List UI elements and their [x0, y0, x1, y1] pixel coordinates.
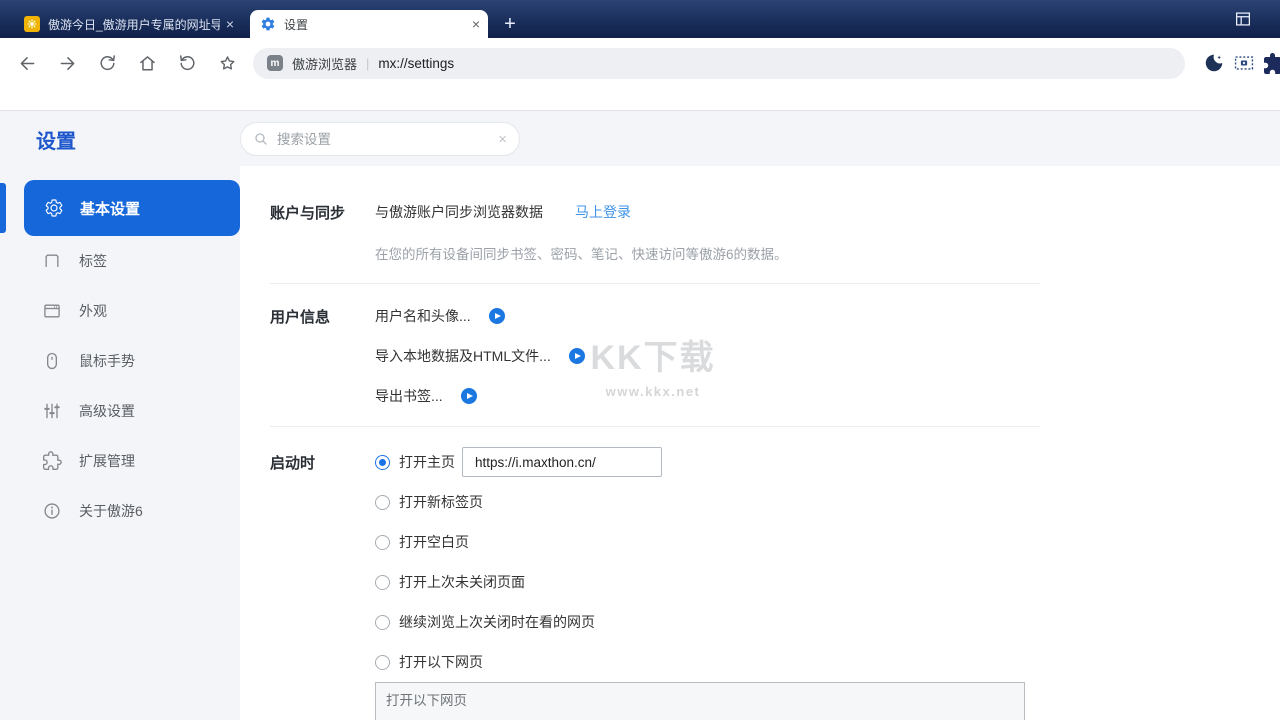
radio-icon[interactable] — [375, 614, 390, 630]
radio-icon[interactable] — [375, 494, 390, 510]
user-avatar-row: 用户名和头像... — [375, 306, 1280, 326]
sync-description: 与傲游账户同步浏览器数据 — [375, 204, 543, 220]
startup-option-continue-browsing[interactable]: 继续浏览上次关闭时在看的网页 — [375, 602, 1280, 642]
forward-button[interactable] — [47, 48, 87, 78]
startup-urls-textarea[interactable] — [375, 682, 1025, 720]
radio-label: 继续浏览上次关闭时在看的网页 — [399, 614, 595, 630]
address-separator: | — [366, 55, 370, 71]
startup-option-blank-page[interactable]: 打开空白页 — [375, 522, 1280, 562]
sidebar-item-label: 基本设置 — [80, 200, 141, 218]
section-title: 账户与同步 — [270, 205, 346, 222]
startup-option-new-tab[interactable]: 打开新标签页 — [375, 482, 1280, 522]
section-startup: 启动时 打开主页 打开新标签页 打开空白页 打开上次未关闭页面 继续浏览上次 — [270, 442, 1280, 720]
window-layout-icon[interactable] — [1233, 9, 1253, 29]
gear-icon — [44, 198, 64, 218]
sidebar-item-label: 高级设置 — [79, 403, 135, 419]
row-label: 导出书签... — [375, 388, 443, 404]
screenshot-icon[interactable] — [1233, 52, 1255, 74]
row-label: 用户名和头像... — [375, 308, 471, 324]
search-clear-icon[interactable]: × — [498, 132, 507, 147]
undo-button[interactable] — [167, 48, 207, 78]
favorite-star-button[interactable] — [207, 48, 247, 78]
radio-icon[interactable] — [375, 574, 390, 590]
settings-gear-favicon-icon — [260, 16, 276, 32]
tab-close-icon[interactable]: × — [472, 17, 480, 31]
homepage-url-input[interactable] — [462, 447, 662, 477]
import-data-row: 导入本地数据及HTML文件... — [375, 346, 1280, 366]
radio-label: 打开上次未关闭页面 — [399, 574, 525, 590]
startup-option-open-urls[interactable]: 打开以下网页 — [375, 642, 1280, 682]
radio-label: 打开空白页 — [399, 534, 469, 550]
startup-option-last-unclosed[interactable]: 打开上次未关闭页面 — [375, 562, 1280, 602]
sidebar-item-label: 鼠标手势 — [79, 353, 135, 369]
tab-close-icon[interactable]: × — [226, 17, 234, 31]
address-site-name: 傲游浏览器 — [292, 56, 358, 72]
radio-label: 打开新标签页 — [399, 494, 483, 510]
reload-button[interactable] — [87, 48, 127, 78]
tab-title: 设置 — [284, 17, 309, 32]
new-tab-button[interactable]: + — [496, 10, 524, 38]
tab-title: 傲游今日_傲游用户专属的网址导航 — [48, 17, 220, 32]
section-title: 用户信息 — [270, 309, 331, 326]
sidebar-item-mouse-gestures[interactable]: 鼠标手势 — [0, 336, 240, 386]
night-mode-icon[interactable] — [1203, 52, 1225, 74]
appearance-window-icon — [42, 301, 62, 321]
divider — [270, 283, 1040, 284]
settings-header: 设置 × — [0, 111, 1280, 166]
radio-label: 打开主页 — [399, 454, 455, 470]
selected-accent-bar — [0, 183, 6, 233]
back-button[interactable] — [7, 48, 47, 78]
sidebar-item-extensions[interactable]: 扩展管理 — [0, 436, 240, 486]
row-label: 导入本地数据及HTML文件... — [375, 348, 551, 364]
settings-search[interactable]: × — [240, 122, 520, 156]
home-button[interactable] — [127, 48, 167, 78]
settings-sidebar: 基本设置 标签 外观 鼠标手势 高级设置 扩展管理 关于傲游6 — [0, 166, 240, 720]
section-title: 启动时 — [270, 455, 316, 472]
address-bar[interactable]: m 傲游浏览器 | mx://settings — [253, 47, 1185, 79]
expand-play-icon[interactable] — [488, 308, 505, 324]
extensions-puzzle-icon[interactable] — [1262, 52, 1280, 74]
toolbar: m 傲游浏览器 | mx://settings — [0, 38, 1280, 111]
settings-content: 账户与同步 与傲游账户同步浏览器数据 马上登录 在您的所有设备间同步书签、密码、… — [240, 166, 1280, 720]
sidebar-item-label: 外观 — [79, 303, 107, 319]
sidebar-item-appearance[interactable]: 外观 — [0, 286, 240, 336]
titlebar: 傲游今日_傲游用户专属的网址导航 × 设置 × + — [0, 0, 1280, 38]
sidebar-item-label: 扩展管理 — [79, 453, 135, 469]
expand-play-icon[interactable] — [460, 388, 477, 404]
sidebar-item-about[interactable]: 关于傲游6 — [0, 486, 240, 536]
sidebar-item-tabs[interactable]: 标签 — [0, 236, 240, 286]
section-account-sync: 账户与同步 与傲游账户同步浏览器数据 马上登录 在您的所有设备间同步书签、密码、… — [270, 202, 1280, 262]
sidebar-item-label: 标签 — [79, 253, 107, 269]
radio-icon[interactable] — [375, 654, 390, 670]
sync-detail-text: 在您的所有设备间同步书签、密码、笔记、快速访问等傲游6的数据。 — [375, 247, 788, 262]
radio-label: 打开以下网页 — [399, 654, 483, 670]
tab-settings[interactable]: 设置 × — [250, 10, 488, 38]
tab-page-icon — [42, 251, 62, 271]
expand-play-icon[interactable] — [568, 348, 585, 364]
maxthon-site-icon: m — [267, 55, 283, 71]
address-url: mx://settings — [378, 55, 455, 71]
mouse-icon — [42, 351, 62, 371]
puzzle-icon — [42, 451, 62, 471]
maxthon-today-favicon-icon — [24, 16, 40, 32]
search-icon — [253, 131, 269, 147]
sidebar-item-basic-settings[interactable]: 基本设置 — [24, 180, 240, 236]
search-input[interactable] — [277, 131, 499, 147]
tab-maxthon-today[interactable]: 傲游今日_傲游用户专属的网址导航 × — [14, 10, 242, 38]
startup-option-homepage[interactable]: 打开主页 — [375, 442, 1280, 482]
export-bookmarks-row: 导出书签... — [375, 386, 1280, 406]
info-icon — [42, 501, 62, 521]
radio-icon[interactable] — [375, 454, 390, 470]
section-user-info: 用户信息 用户名和头像... 导入本地数据及HTML文件... 导出书签... — [270, 306, 1280, 426]
sidebar-item-advanced-settings[interactable]: 高级设置 — [0, 386, 240, 436]
page-title: 设置 — [36, 131, 76, 153]
sliders-icon — [42, 401, 62, 421]
login-now-link[interactable]: 马上登录 — [575, 202, 631, 222]
sidebar-item-label: 关于傲游6 — [79, 503, 143, 519]
radio-icon[interactable] — [375, 534, 390, 550]
divider — [270, 426, 1040, 427]
